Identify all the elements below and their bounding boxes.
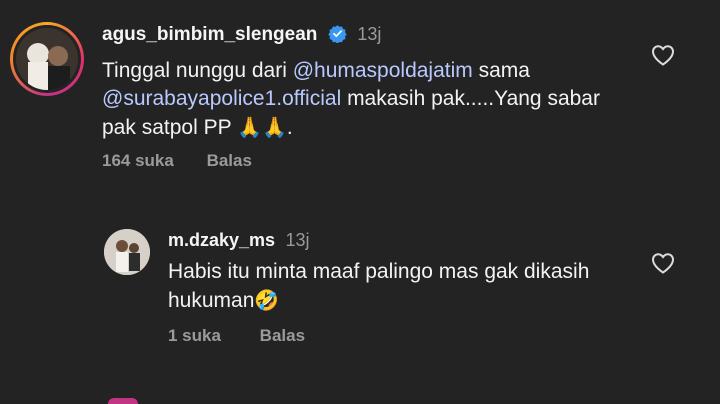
- comment-text-part: Tinggal nunggu dari: [102, 59, 293, 82]
- comment-time: 13j: [357, 24, 382, 44]
- mention-link[interactable]: @surabayapolice1.official: [102, 87, 341, 110]
- heart-icon[interactable]: [651, 44, 675, 66]
- comment-actions: 1 suka Balas: [168, 326, 305, 346]
- comment-2: m.dzaky_ms 13j Habis itu minta maaf pali…: [0, 200, 720, 370]
- likes-count[interactable]: 164 suka: [102, 151, 174, 170]
- comment-actions: 164 suka Balas: [102, 151, 252, 171]
- comment-time: 13j: [285, 230, 310, 250]
- laughing-emoji: 🤣: [254, 288, 280, 312]
- pray-emoji: 🙏🙏: [237, 115, 287, 139]
- avatar-story-ring[interactable]: [10, 22, 84, 96]
- avatar: [13, 25, 81, 93]
- comment-1: agus_bimbim_slengean 13j Tinggal nunggu …: [0, 0, 720, 200]
- username[interactable]: m.dzaky_ms: [168, 230, 275, 250]
- heart-icon[interactable]: [651, 252, 675, 274]
- comment-text-part: sama: [472, 59, 530, 82]
- reply-button[interactable]: Balas: [260, 326, 305, 345]
- avatar-image: [104, 229, 150, 275]
- avatar[interactable]: [104, 229, 150, 275]
- comment-header: m.dzaky_ms 13j: [168, 230, 310, 251]
- comment-text-part: .: [286, 116, 293, 139]
- comment-text: Habis itu minta maaf palingo mas gak dik…: [168, 258, 608, 315]
- next-comment-avatar[interactable]: [108, 398, 138, 404]
- username[interactable]: agus_bimbim_slengean: [102, 24, 317, 45]
- avatar-image: [16, 28, 78, 90]
- mention-link[interactable]: @humaspoldajatim: [293, 59, 473, 82]
- reply-button[interactable]: Balas: [207, 151, 252, 170]
- comment-text: Tinggal nunggu dari @humaspoldajatim sam…: [102, 57, 622, 142]
- verified-badge-icon: [328, 25, 347, 43]
- comment-text-part: Habis itu minta maaf palingo mas gak dik…: [168, 260, 590, 312]
- likes-count[interactable]: 1 suka: [168, 326, 221, 345]
- comment-header: agus_bimbim_slengean 13j: [102, 24, 381, 46]
